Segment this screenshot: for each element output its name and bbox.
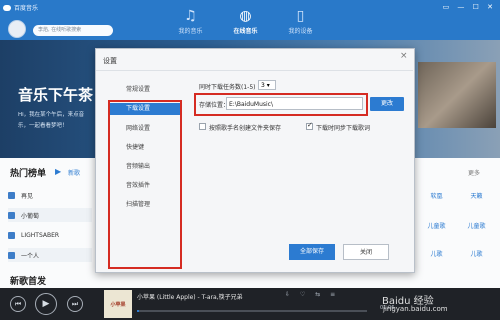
next-icon: ⏭ [71,300,79,308]
progress-track[interactable] [137,310,367,312]
play-icon: ▶ [42,299,50,309]
dialog-divider [96,70,413,71]
chart-cell[interactable]: 儿歌 [460,248,493,262]
lyrics-label: 下载时同步下载歌词 [316,125,371,132]
previous-icon: ⏮ [14,300,22,308]
lyrics-checkbox[interactable]: ✓ [306,121,313,130]
hot-chart-title: 热门榜单 [10,169,47,179]
banner-title: 音乐下午茶 [18,86,94,104]
concurrent-downloads-select[interactable]: 3 ▾ [258,80,276,90]
track-title[interactable]: 小苹果 (Little Apple) - T-ara,筷子兄弟 [137,292,243,301]
concurrent-downloads-value: 3 [261,82,265,89]
list-item-label: 小葡萄 [21,212,40,220]
tab-my-device[interactable]: ▯ 我的设备 [278,6,323,40]
play-button[interactable]: ▶ [35,293,57,315]
new-release-title: 新歌首发 [10,277,47,287]
chart-cell[interactable]: 儿童歌 [420,220,453,234]
list-item-label: LIGHTSABER [21,231,60,239]
app-title: 百度音乐 [14,5,39,12]
play-icon [8,231,15,239]
tab-my-music-label: 我的音乐 [178,28,203,35]
dialog-title: 设置 [103,57,117,65]
previous-button[interactable]: ⏮ [10,296,26,312]
storage-path-input[interactable]: E:\BaiduMusic\ [226,97,363,110]
player-controls-icons[interactable]: ⇩ ♡ ⇆ ≡ [285,291,339,298]
album-cover[interactable]: 小苹果 [104,290,132,318]
change-path-button[interactable]: 更改 [370,97,404,111]
chart-cell[interactable]: 软凰 [420,190,453,204]
list-item[interactable]: 一个人 [8,248,92,262]
play-icon [8,191,15,199]
sidebar-item-general[interactable]: 常规设置 [110,84,182,96]
list-item-label: 再见 [21,192,34,200]
more-link[interactable]: 更多 [468,168,480,177]
save-all-button[interactable]: 全部保存 [289,244,335,260]
album-cover-text: 小苹果 [110,301,126,308]
close-icon[interactable]: × [400,51,408,61]
tab-my-device-label: 我的设备 [288,28,313,35]
globe-icon: ◍ [239,8,252,24]
checkmark-icon: ✓ [307,121,313,129]
banner-photo [418,62,496,128]
baidu-music-logo-icon [3,4,11,11]
close-button[interactable]: 关闭 [343,244,389,260]
list-item[interactable]: LIGHTSABER [8,228,92,242]
next-button[interactable]: ⏭ [67,296,83,312]
tab-my-music[interactable]: ♫ 我的音乐 [168,6,213,40]
search-input[interactable]: 李焰, 在线听歌搜索 [33,25,113,36]
list-item[interactable]: 再见 [8,188,92,202]
progress-fill [137,310,140,312]
list-item[interactable]: 小葡萄 [8,208,92,222]
concurrent-downloads-label: 同时下载任务数(1-5) [199,84,256,91]
singer-folder-label: 按照歌手名创建文件夹保存 [209,125,282,132]
watermark-url: jingyan.baidu.com [383,305,448,313]
singer-folder-checkbox[interactable] [199,123,206,130]
app-brand: 百度音乐 [3,3,38,12]
new-songs-link[interactable]: 新歌 [68,168,80,177]
list-item-label: 一个人 [21,252,40,260]
play-icon [8,251,15,259]
tab-online-music[interactable]: ◍ 在线音乐 [223,6,268,40]
music-note-icon: ♫ [184,8,197,24]
tab-online-music-label: 在线音乐 [233,28,258,35]
chart-cell[interactable]: 天籁 [460,190,493,204]
device-icon: ▯ [296,8,305,24]
window-controls[interactable]: ▭ — ☐ ✕ [443,3,496,11]
chart-cell[interactable]: 儿童歌 [460,220,493,234]
avatar[interactable] [8,20,26,38]
banner-desc: Hi，我在某个午后，来点音乐，一起看看梦吧！ [18,112,85,129]
chart-cell[interactable]: 儿歌 [420,248,453,262]
chevron-down-icon: ▾ [266,82,270,89]
play-icon [8,211,15,219]
storage-path-label: 存储位置： [199,102,230,109]
play-circle-icon[interactable]: ▶ [55,167,61,176]
highlight-box [108,100,182,269]
